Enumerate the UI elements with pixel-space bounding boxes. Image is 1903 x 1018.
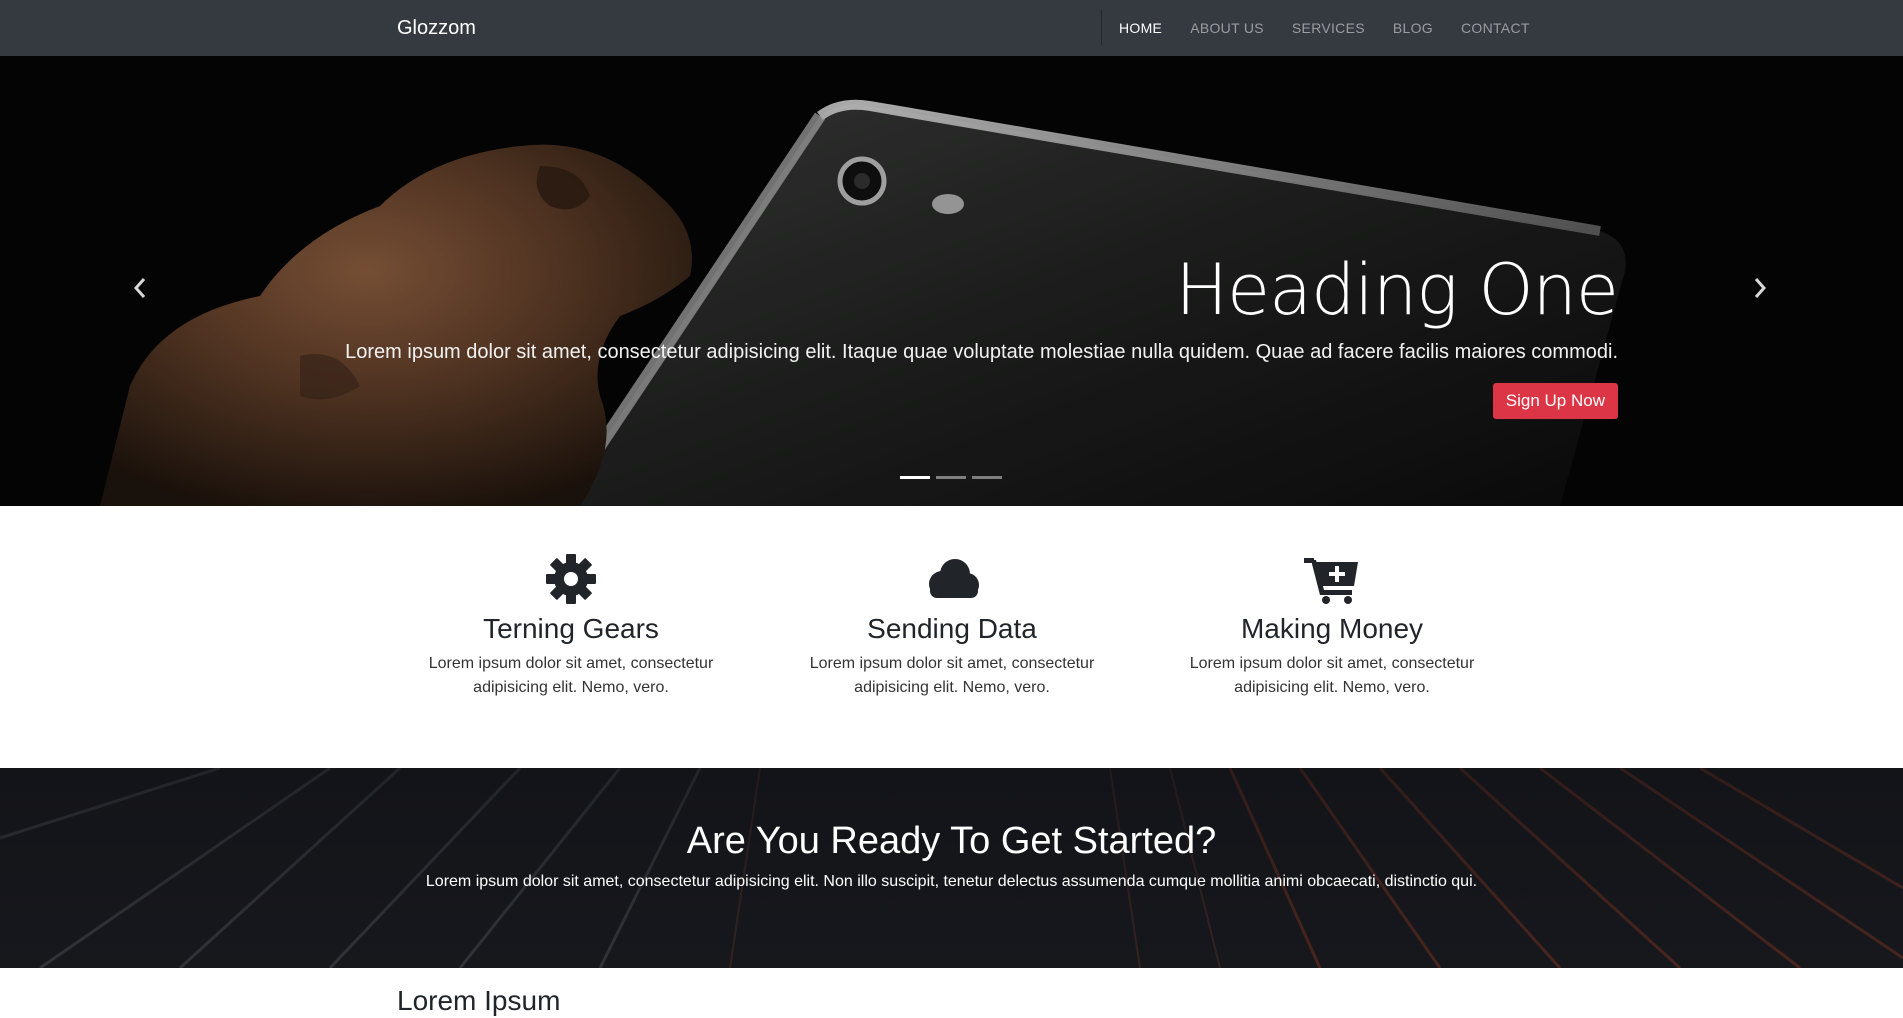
carousel-indicator-2[interactable]	[936, 476, 966, 479]
cta-title: Are You Ready To Get Started?	[686, 820, 1217, 862]
navbar: Glozzom HOME ABOUT US SERVICES BLOG CONT…	[0, 0, 1903, 56]
feature-title: Making Money	[1240, 613, 1424, 644]
cta-text: Lorem ipsum dolor sit amet, consectetur …	[425, 873, 1478, 890]
brand-logo[interactable]: Glozzom	[397, 17, 476, 40]
hero-text: Lorem ipsum dolor sit amet, consectetur …	[345, 341, 1618, 363]
cart-plus-icon	[1304, 558, 1358, 604]
nav-links: HOME ABOUT US SERVICES BLOG CONTACT	[1105, 0, 1544, 56]
get-started-section: Are You Ready To Get Started? Lorem ipsu…	[0, 768, 1903, 968]
nav-link-about-us[interactable]: ABOUT US	[1176, 20, 1278, 36]
features-section: Terning Gears Lorem ipsum dolor sit amet…	[0, 506, 1903, 768]
feature-text: Lorem ipsum dolor sit amet, consectetur …	[1189, 655, 1475, 696]
nav-link-blog[interactable]: BLOG	[1379, 20, 1447, 36]
carousel-indicators	[900, 476, 1002, 479]
gear-icon	[546, 554, 596, 604]
nav-divider	[1101, 10, 1102, 45]
feature-item: Terning Gears Lorem ipsum dolor sit amet…	[421, 554, 721, 700]
cloud-icon	[929, 559, 979, 598]
carousel-next-button[interactable]	[1745, 268, 1775, 308]
hero-heading: Heading One	[1175, 249, 1619, 331]
nav-link-services[interactable]: SERVICES	[1278, 20, 1379, 36]
hero-carousel: Heading One Lorem ipsum dolor sit amet, …	[0, 56, 1903, 506]
cta-background-image	[0, 768, 1903, 968]
chevron-right-icon	[1754, 278, 1767, 298]
nav-link-contact[interactable]: CONTACT	[1447, 20, 1544, 36]
feature-text: Lorem ipsum dolor sit amet, consectetur …	[809, 655, 1095, 696]
sign-up-button[interactable]: Sign Up Now	[1492, 383, 1618, 419]
feature-item: Sending Data Lorem ipsum dolor sit amet,…	[802, 554, 1102, 700]
hero-caption: Heading One Lorem ipsum dolor sit amet, …	[345, 249, 1619, 419]
chevron-left-icon	[133, 278, 146, 298]
carousel-prev-button[interactable]	[125, 268, 155, 308]
carousel-indicator-3[interactable]	[972, 476, 1002, 479]
feature-text: Lorem ipsum dolor sit amet, consectetur …	[428, 655, 714, 696]
carousel-indicator-1[interactable]	[900, 476, 930, 479]
section-heading: Lorem Ipsum	[397, 985, 561, 1016]
feature-title: Terning Gears	[483, 613, 659, 644]
feature-item: Making Money Lorem ipsum dolor sit amet,…	[1182, 554, 1482, 700]
feature-title: Sending Data	[867, 613, 1037, 644]
nav-link-home[interactable]: HOME	[1105, 20, 1176, 36]
